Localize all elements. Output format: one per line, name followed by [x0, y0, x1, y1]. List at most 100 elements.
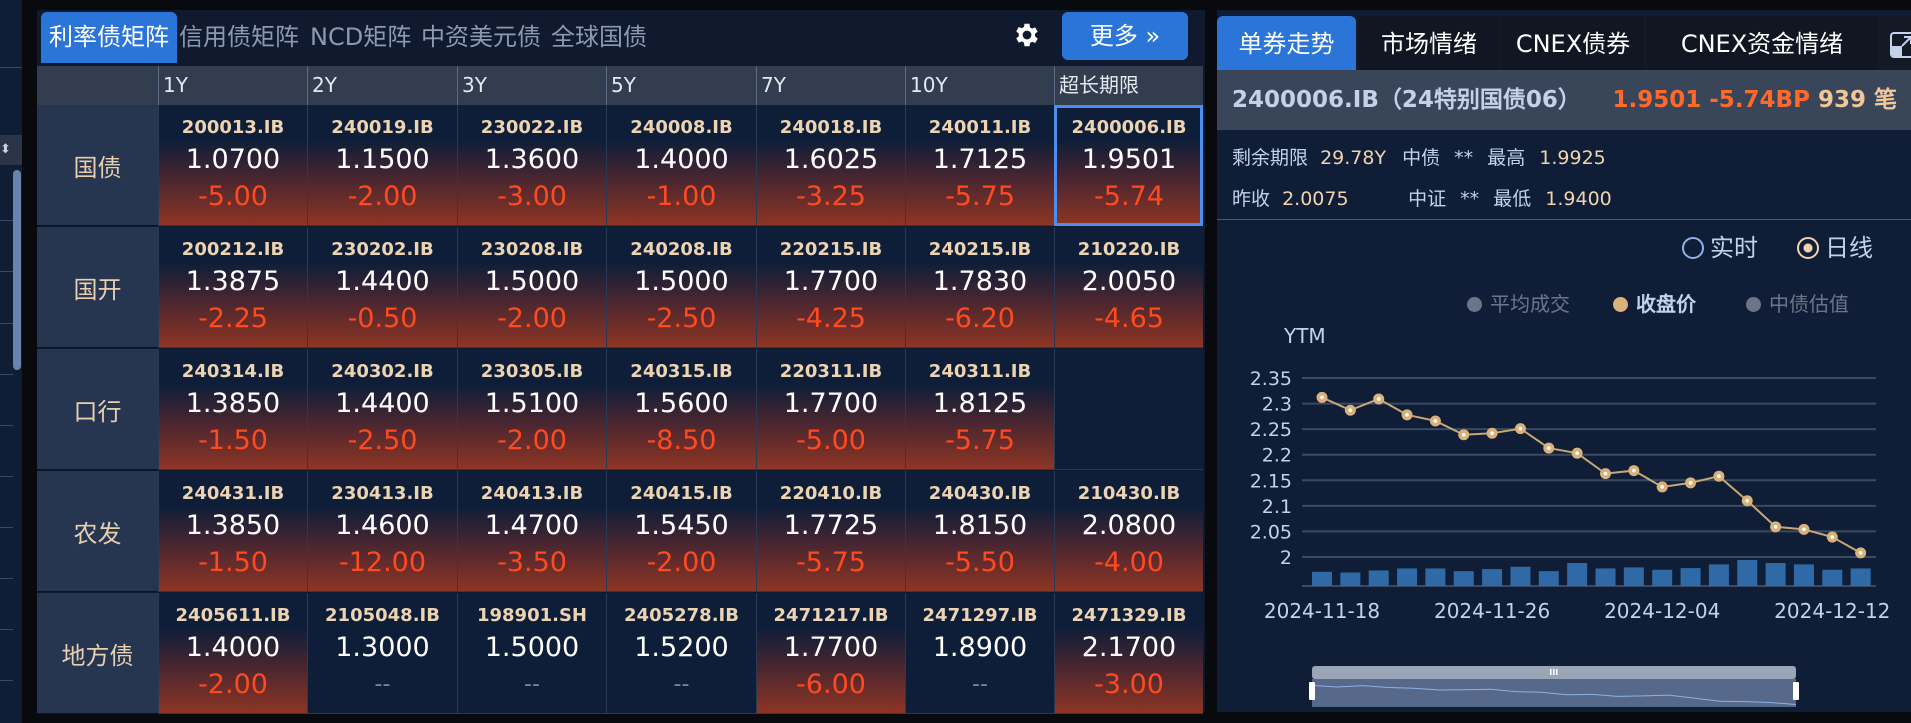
- sidebar-row-divider: [0, 629, 13, 630]
- matrix-cell[interactable]: 230305.IB 1.5100 -2.00: [457, 349, 606, 470]
- volume-bar[interactable]: [1510, 566, 1531, 586]
- matrix-cell[interactable]: 230413.IB 1.4600 -12.00: [307, 471, 457, 592]
- data-point-center: [1830, 535, 1835, 539]
- data-point-center: [1320, 395, 1324, 400]
- bond-yield: 1.7700: [783, 388, 879, 419]
- matrix-cell[interactable]: 240302.IB 1.4400 -2.50: [307, 349, 457, 470]
- bond-yield: 1.8900: [932, 632, 1028, 663]
- volume-bar[interactable]: [1595, 568, 1616, 586]
- volume-bar[interactable]: [1623, 567, 1644, 586]
- data-point-center: [1717, 474, 1721, 478]
- yield-change: -2.00: [347, 181, 418, 212]
- bond-yield: 1.3850: [185, 510, 281, 541]
- matrix-cell[interactable]: 2471329.IB 2.1700 -3.00: [1054, 593, 1203, 714]
- volume-bar[interactable]: [1312, 571, 1332, 586]
- matrix-cell[interactable]: 240413.IB 1.4700 -3.50: [457, 471, 606, 592]
- matrix-cell[interactable]: 210430.IB 2.0800 -4.00: [1054, 471, 1203, 592]
- volume-bar[interactable]: [1453, 571, 1474, 586]
- volume-bar[interactable]: [1397, 568, 1418, 586]
- matrix-cell[interactable]: 2405278.IB 1.5200 --: [606, 593, 756, 714]
- yield-change: -3.50: [497, 547, 567, 578]
- volume-bar[interactable]: [1850, 568, 1871, 586]
- volume-bar[interactable]: [1538, 571, 1559, 586]
- matrix-cell[interactable]: 2400006.IB 1.9501 -5.74: [1054, 105, 1203, 226]
- bond-code: 230413.IB: [331, 483, 434, 504]
- bond-yield: 1.5600: [634, 388, 729, 419]
- matrix-cell[interactable]: 210220.IB 2.0050 -4.65: [1054, 227, 1203, 348]
- matrix-cell[interactable]: 240431.IB 1.3850 -1.50: [158, 471, 307, 592]
- bond-yield: 1.3875: [185, 266, 281, 297]
- yield-change: -5.00: [796, 425, 866, 456]
- matrix-cell[interactable]: 240314.IB 1.3850 -1.50: [158, 349, 307, 470]
- volume-bar[interactable]: [1368, 570, 1389, 586]
- tab-ncd-matrix[interactable]: NCD矩阵: [302, 12, 419, 63]
- matrix-cell[interactable]: 230202.IB 1.4400 -0.50: [307, 227, 457, 348]
- matrix-cell-empty: [1054, 349, 1203, 470]
- volume-bar[interactable]: [1340, 572, 1361, 586]
- volume-bar[interactable]: [1737, 560, 1758, 586]
- matrix-cell[interactable]: 240019.IB 1.1500 -2.00: [307, 105, 457, 226]
- tab-credit-bond-matrix[interactable]: 信用债矩阵: [171, 12, 307, 63]
- matrix-cell[interactable]: 240018.IB 1.6025 -3.25: [756, 105, 905, 226]
- column-header[interactable]: 2Y: [307, 66, 457, 105]
- volume-bar[interactable]: [1822, 569, 1843, 586]
- gear-icon[interactable]: [1012, 20, 1042, 50]
- bond-yield: 1.4600: [335, 510, 430, 541]
- volume-bar[interactable]: [1765, 563, 1786, 586]
- matrix-cell[interactable]: 198901.SH 1.5000 --: [457, 593, 606, 714]
- tab-chinese-usd-bond[interactable]: 中资美元债: [413, 12, 549, 63]
- bond-code: 210220.IB: [1077, 239, 1181, 260]
- matrix-cell[interactable]: 240315.IB 1.5600 -8.50: [606, 349, 756, 470]
- matrix-cell[interactable]: 240430.IB 1.8150 -5.50: [905, 471, 1054, 592]
- matrix-cell[interactable]: 2405611.IB 1.4000 -2.00: [158, 593, 307, 714]
- more-button[interactable]: 更多 »: [1062, 12, 1188, 60]
- navigator-left-handle[interactable]: [1309, 682, 1315, 700]
- data-point-center: [1632, 468, 1636, 473]
- column-header[interactable]: 超长期限: [1054, 66, 1203, 105]
- bond-code: 240208.IB: [630, 239, 733, 260]
- matrix-cell[interactable]: 240215.IB 1.7830 -6.20: [905, 227, 1054, 348]
- navigator-right-handle[interactable]: [1793, 682, 1799, 700]
- bond-code: 2405611.IB: [175, 605, 291, 626]
- matrix-cell[interactable]: 220410.IB 1.7725 -5.75: [756, 471, 905, 592]
- bond-code: 2405278.IB: [624, 605, 739, 626]
- sidebar-row-divider: [0, 374, 13, 375]
- sort-icon[interactable]: ⬍: [0, 135, 22, 165]
- volume-bar[interactable]: [1567, 563, 1588, 586]
- matrix-cell[interactable]: 2471217.IB 1.7700 -6.00: [756, 593, 905, 714]
- matrix-cell[interactable]: 240008.IB 1.4000 -1.00: [606, 105, 756, 226]
- matrix-cell[interactable]: 200013.IB 1.0700 -5.00: [158, 105, 307, 226]
- matrix-cell[interactable]: 2105048.IB 1.3000 --: [307, 593, 457, 714]
- tab-global-govt-bond[interactable]: 全球国债: [543, 12, 655, 63]
- column-header[interactable]: 7Y: [756, 66, 905, 105]
- column-header[interactable]: 10Y: [905, 66, 1054, 105]
- volume-bar[interactable]: [1708, 564, 1729, 586]
- data-point-center: [1433, 419, 1438, 423]
- volume-bar[interactable]: [1793, 564, 1814, 586]
- volume-bar[interactable]: [1425, 568, 1446, 586]
- bond-code: 240018.IB: [779, 117, 883, 138]
- matrix-cell[interactable]: 200212.IB 1.3875 -2.25: [158, 227, 307, 348]
- matrix-cell[interactable]: 240311.IB 1.8125 -5.75: [905, 349, 1054, 470]
- volume-bar[interactable]: [1652, 569, 1673, 586]
- bond-code: 240415.IB: [630, 483, 733, 504]
- sidebar-scrollbar[interactable]: [13, 170, 21, 370]
- bond-detail-panel: 单券走势 市场情绪 CNEX债券 CNEX资金情绪 2400006.IB（24特…: [1217, 10, 1911, 712]
- rate-matrix-panel: 利率债矩阵 信用债矩阵 NCD矩阵 中资美元债 全球国债 更多 » 1Y 2Y 3Y…: [37, 10, 1205, 714]
- tab-rate-bond-matrix[interactable]: 利率债矩阵: [41, 12, 177, 63]
- sidebar-row-divider: [0, 425, 13, 426]
- column-header[interactable]: 3Y: [457, 66, 606, 105]
- matrix-cell[interactable]: 230208.IB 1.5000 -2.00: [457, 227, 606, 348]
- column-header[interactable]: 1Y: [158, 66, 307, 105]
- matrix-cell[interactable]: 240208.IB 1.5000 -2.50: [606, 227, 756, 348]
- matrix-cell[interactable]: 240011.IB 1.7125 -5.75: [905, 105, 1054, 226]
- matrix-cell[interactable]: 230022.IB 1.3600 -3.00: [457, 105, 606, 226]
- matrix-cell[interactable]: 220215.IB 1.7700 -4.25: [756, 227, 905, 348]
- matrix-cell[interactable]: 220311.IB 1.7700 -5.00: [756, 349, 905, 470]
- volume-bar[interactable]: [1680, 568, 1701, 586]
- matrix-cell[interactable]: 240415.IB 1.5450 -2.00: [606, 471, 756, 592]
- matrix-cell[interactable]: 2471297.IB 1.8900 --: [905, 593, 1054, 714]
- column-header[interactable]: 5Y: [606, 66, 756, 105]
- volume-bar[interactable]: [1482, 569, 1503, 586]
- bond-yield: 2.1700: [1081, 632, 1177, 663]
